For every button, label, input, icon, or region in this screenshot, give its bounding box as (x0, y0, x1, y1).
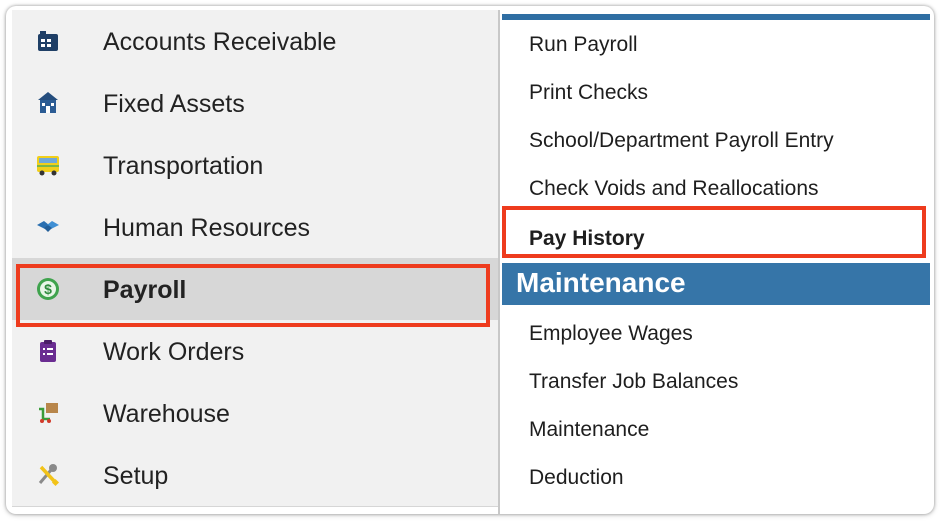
menu-item-run-payroll[interactable]: Run Payroll (529, 33, 638, 57)
sidebar-item-human-resources[interactable]: Human Resources (12, 196, 498, 259)
menu-item-deduction[interactable]: Deduction (529, 466, 624, 490)
sidebar-item-label: Human Resources (103, 214, 311, 242)
panel-divider (498, 10, 500, 514)
sidebar-item-warehouse[interactable]: Warehouse (12, 382, 498, 445)
sidebar-item-setup[interactable]: Setup (12, 444, 498, 507)
sidebar-item-label: Warehouse (103, 400, 230, 428)
menu-item-print-checks[interactable]: Print Checks (529, 81, 648, 105)
menu-item-transfer-job-balances[interactable]: Transfer Job Balances (529, 370, 738, 394)
sidebar-item-label: Fixed Assets (103, 90, 245, 118)
section-title: Maintenance (516, 267, 686, 298)
sidebar-item-payroll[interactable]: $ Payroll (12, 258, 498, 321)
menu-item-employee-wages[interactable]: Employee Wages (529, 322, 693, 346)
sidebar: Accounts Receivable Fixed Assets Transpo… (12, 10, 498, 514)
sidebar-item-accounts-receivable[interactable]: Accounts Receivable (12, 10, 498, 73)
sidebar-item-fixed-assets[interactable]: Fixed Assets (12, 72, 498, 135)
svg-text:$: $ (44, 281, 52, 297)
menu-item-pay-history[interactable]: Pay History (529, 227, 645, 251)
submenu-top-bar (502, 14, 930, 20)
menu-item-check-voids-and-reallocations[interactable]: Check Voids and Reallocations (529, 177, 819, 201)
sidebar-item-label: Payroll (103, 276, 187, 304)
sidebar-item-label: Setup (103, 462, 169, 490)
sidebar-item-label: Accounts Receivable (103, 28, 337, 56)
forklift-box-icon (36, 401, 60, 425)
bus-icon (36, 153, 60, 177)
sidebar-item-label: Transportation (103, 152, 264, 180)
wrench-screwdriver-icon (36, 463, 60, 487)
building-icon (36, 91, 60, 115)
dollar-coin-icon: $ (36, 277, 60, 301)
ledger-icon (36, 29, 60, 53)
menu-item-school-department-payroll-entry[interactable]: School/Department Payroll Entry (529, 129, 834, 153)
menu-item-maintenance[interactable]: Maintenance (529, 418, 649, 442)
sidebar-item-transportation[interactable]: Transportation (12, 134, 498, 197)
section-header-maintenance: Maintenance (502, 263, 930, 305)
sidebar-item-label: Work Orders (103, 338, 245, 366)
handshake-icon (36, 215, 60, 239)
sidebar-item-work-orders[interactable]: Work Orders (12, 320, 498, 383)
clipboard-icon (36, 339, 60, 363)
